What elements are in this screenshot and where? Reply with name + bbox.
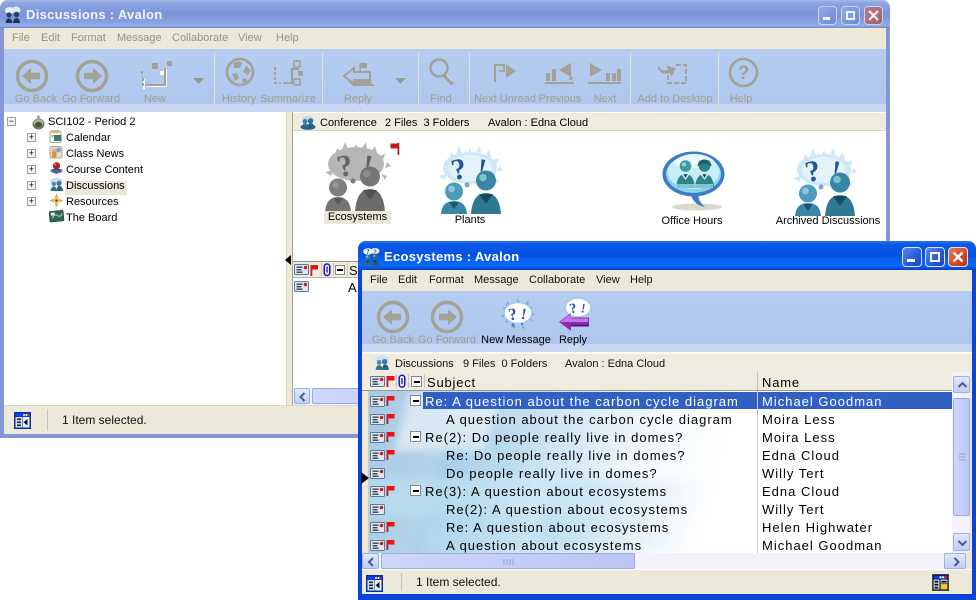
svg-text:?: ? [738, 63, 750, 84]
